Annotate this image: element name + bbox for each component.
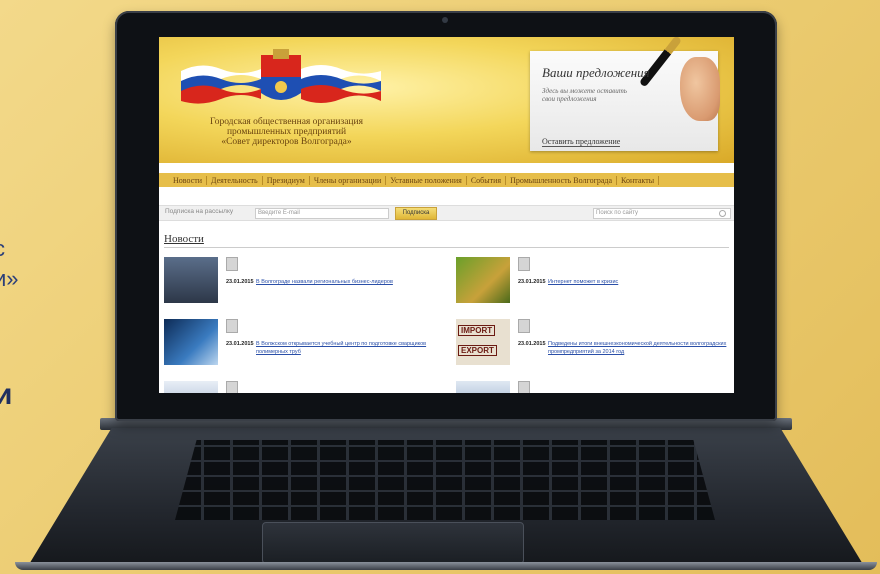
- laptop-lid: Городская общественная организация промы…: [115, 11, 777, 421]
- news-date: 23.01.2015: [226, 341, 254, 347]
- nav-item-presidium[interactable]: Президиум: [263, 175, 310, 185]
- news-heading[interactable]: Новости: [164, 233, 204, 245]
- news-item[interactable]: 23.01.2015 В Волжском открывается учебны…: [164, 319, 439, 373]
- nav-item-members[interactable]: Члены организации: [310, 175, 387, 185]
- laptop-screen: Городская общественная организация промы…: [159, 37, 734, 393]
- subscribe-label: Подписка на рассылку: [165, 208, 234, 215]
- webcam-icon: [442, 17, 448, 23]
- news-item[interactable]: 23.01.2015 Интернет поможет в кризис: [456, 257, 731, 311]
- laptop-trackpad: [262, 522, 524, 564]
- hand-icon: [680, 57, 720, 121]
- suggestion-panel: Ваши предложения Здесь вы можете оставит…: [530, 37, 720, 151]
- nav-item-contacts[interactable]: Контакты: [617, 175, 660, 185]
- subscribe-button[interactable]: Подписка: [395, 207, 437, 220]
- background-text-3: и: [0, 378, 13, 411]
- news-item[interactable]: [456, 381, 731, 393]
- nav-item-events[interactable]: События: [467, 175, 507, 185]
- news-title-link[interactable]: В Волгограде назвали региональных бизнес…: [256, 278, 436, 286]
- org-title-line-2: промышленных предприятий: [226, 127, 347, 137]
- nav-item-charter[interactable]: Уставные положения: [386, 175, 467, 185]
- document-icon: [226, 319, 238, 333]
- org-title: Городская общественная организация промы…: [179, 117, 394, 147]
- news-title-link[interactable]: Интернет поможет в кризис: [548, 278, 728, 286]
- background-text-1: с: [0, 236, 5, 262]
- main-nav: Новости Деятельность Президиум Члены орг…: [159, 173, 734, 187]
- news-thumbnail[interactable]: [456, 381, 510, 393]
- nav-item-activity[interactable]: Деятельность: [207, 175, 263, 185]
- document-icon: [518, 319, 530, 333]
- news-thumbnail[interactable]: IMPORT EXPORT: [456, 319, 510, 365]
- news-date: 23.01.2015: [226, 279, 254, 285]
- news-thumbnail[interactable]: [164, 381, 218, 393]
- news-date: 23.01.2015: [518, 279, 546, 285]
- site-header: Городская общественная организация промы…: [159, 37, 734, 163]
- laptop-keyboard: [175, 440, 715, 520]
- news-thumbnail[interactable]: [456, 257, 510, 303]
- news-title-link[interactable]: В Волжском открывается учебный центр по …: [256, 340, 436, 356]
- news-item[interactable]: 23.01.2015 В Волгограде назвали регионал…: [164, 257, 439, 311]
- news-thumbnail[interactable]: [164, 319, 218, 365]
- email-field[interactable]: Введите E-mail: [255, 208, 389, 219]
- document-icon: [226, 257, 238, 271]
- leave-suggestion-link[interactable]: Оставить предложение: [542, 137, 621, 147]
- news-item[interactable]: [164, 381, 439, 393]
- laptop-base-edge: [15, 562, 877, 570]
- org-title-line-3: «Совет директоров Волгограда»: [221, 137, 352, 147]
- news-divider: [164, 247, 729, 248]
- nav-item-news[interactable]: Новости: [169, 175, 208, 185]
- news-date: 23.01.2015: [518, 341, 546, 347]
- nav-item-industry[interactable]: Промышленность Волгограда: [506, 175, 618, 185]
- news-item[interactable]: IMPORT EXPORT 23.01.2015 Подведены итоги…: [456, 319, 731, 373]
- org-title-line-1: Городская общественная организация: [210, 117, 363, 127]
- export-stamp: EXPORT: [458, 345, 497, 356]
- suggestion-subtitle: Здесь вы можете оставить свои предложени…: [542, 87, 627, 103]
- news-title-link[interactable]: Подведены итоги внешнеэкономической деят…: [548, 340, 728, 356]
- document-icon: [226, 381, 238, 393]
- news-thumbnail[interactable]: [164, 257, 218, 303]
- search-input[interactable]: Поиск по сайту: [593, 208, 731, 219]
- import-stamp: IMPORT: [458, 325, 496, 336]
- background-text-2: и»: [0, 266, 19, 291]
- search-icon[interactable]: [719, 210, 726, 217]
- subscribe-bar: Подписка на рассылку Введите E-mail Подп…: [159, 205, 734, 221]
- flags-emblem-icon: [181, 49, 381, 104]
- search-placeholder: Поиск по сайту: [596, 210, 639, 216]
- document-icon: [518, 381, 530, 393]
- suggestion-title: Ваши предложения: [542, 65, 650, 80]
- document-icon: [518, 257, 530, 271]
